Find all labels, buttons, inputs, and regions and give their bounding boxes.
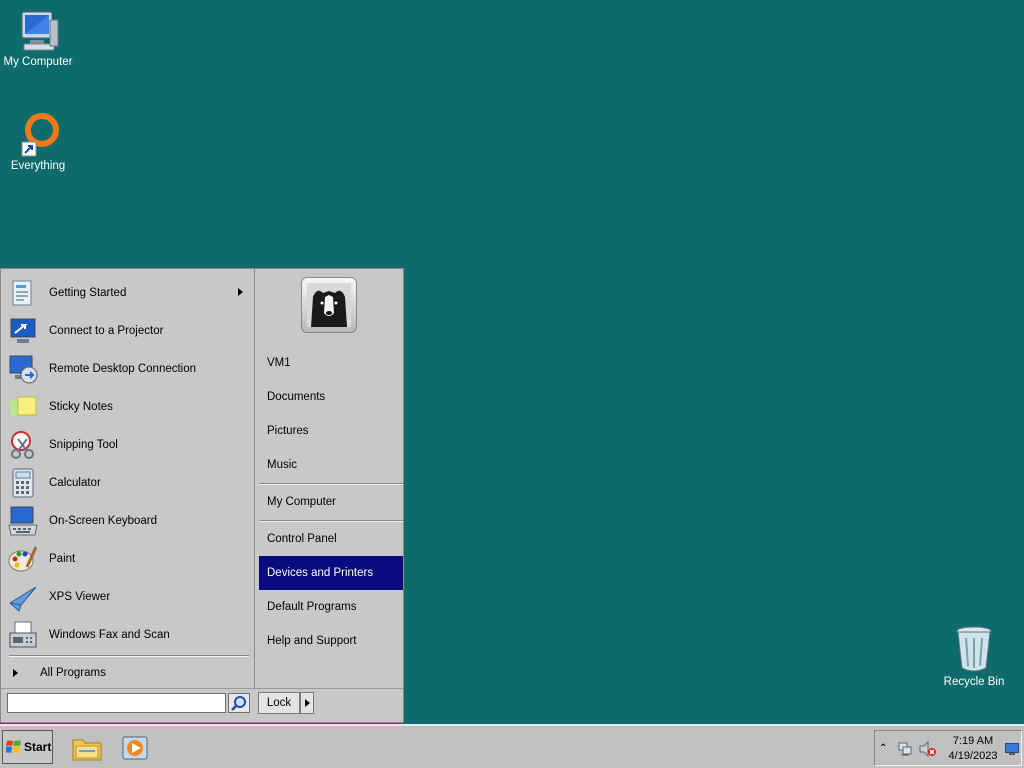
desktop-icon-my-computer[interactable]: My Computer	[0, 10, 76, 68]
place-label: My Computer	[267, 496, 337, 508]
program-sticky-notes[interactable]: Sticky Notes	[7, 389, 251, 425]
keyboard-icon	[8, 506, 38, 536]
program-label: Sticky Notes	[49, 401, 113, 413]
sticky-notes-icon	[8, 396, 37, 417]
program-getting-started[interactable]: Getting Started	[7, 275, 251, 311]
expand-arrow-icon	[13, 669, 18, 677]
start-menu-bottom-bar: Lock	[1, 688, 403, 723]
everything-icon	[21, 113, 59, 157]
place-devices-and-printers[interactable]: Devices and Printers	[259, 556, 403, 590]
place-default-programs[interactable]: Default Programs	[259, 590, 403, 624]
clock[interactable]: 7:19 AM 4/19/2023	[945, 734, 1001, 764]
program-label: Paint	[49, 553, 76, 565]
place-pictures[interactable]: Pictures	[259, 414, 403, 448]
file-explorer-icon[interactable]	[71, 732, 103, 764]
program-paint[interactable]: Paint	[7, 541, 251, 577]
fax-icon	[9, 621, 37, 648]
place-label: VM1	[267, 357, 291, 369]
chevron-up-icon: ⌃	[879, 743, 888, 754]
programs-divider	[9, 655, 249, 657]
program-label: Windows Fax and Scan	[49, 629, 170, 641]
system-tray: ⌃ 7:19 AM 4/19/2023	[874, 730, 1022, 766]
show-desktop-icon[interactable]	[1005, 743, 1019, 755]
place-my-computer[interactable]: My Computer	[259, 485, 403, 519]
place-label: Documents	[267, 391, 326, 403]
place-label: Music	[267, 459, 298, 471]
program-connect-projector[interactable]: Connect to a Projector	[7, 313, 251, 349]
start-button[interactable]: Start	[2, 730, 53, 764]
program-snipping-tool[interactable]: Snipping Tool	[7, 427, 251, 463]
place-music[interactable]: Music	[259, 448, 403, 482]
all-programs-label: All Programs	[40, 667, 106, 679]
start-menu: Getting Started Connect to a Projector R…	[0, 268, 404, 723]
place-label: Default Programs	[267, 601, 357, 613]
desktop-icon-everything[interactable]: Everything	[0, 112, 76, 172]
program-xps-viewer[interactable]: XPS Viewer	[7, 579, 251, 615]
paint-icon	[8, 546, 38, 572]
lock-label: Lock	[266, 697, 292, 709]
desktop-icon-label: My Computer	[3, 56, 73, 68]
program-label: XPS Viewer	[49, 591, 111, 603]
taskbar: Start ⌃ 7:19 AM 4/19/2023	[0, 724, 1024, 768]
program-windows-fax-scan[interactable]: Windows Fax and Scan	[7, 617, 251, 653]
remote-desktop-icon	[9, 355, 38, 384]
volume-muted-icon[interactable]	[919, 741, 937, 757]
place-documents[interactable]: Documents	[259, 380, 403, 414]
place-label: Control Panel	[267, 533, 337, 545]
program-label: Getting Started	[49, 287, 127, 299]
place-vm1[interactable]: VM1	[259, 346, 403, 380]
computer-icon	[21, 11, 59, 51]
place-label: Devices and Printers	[267, 567, 374, 579]
shutdown-options-button[interactable]	[300, 692, 314, 714]
projector-icon	[10, 318, 36, 343]
place-control-panel[interactable]: Control Panel	[259, 522, 403, 556]
program-remote-desktop[interactable]: Remote Desktop Connection	[7, 351, 251, 387]
dog-photo-icon	[307, 283, 351, 327]
clock-time: 7:19 AM	[952, 735, 994, 747]
media-player-icon[interactable]	[120, 732, 152, 764]
network-icon[interactable]	[897, 741, 913, 757]
place-label: Help and Support	[267, 635, 357, 647]
program-on-screen-keyboard[interactable]: On-Screen Keyboard	[7, 503, 251, 539]
place-help-and-support[interactable]: Help and Support	[259, 624, 403, 658]
program-label: On-Screen Keyboard	[49, 515, 158, 527]
windows-logo-icon	[6, 740, 21, 753]
desktop-icon-label: Recycle Bin	[943, 676, 1005, 688]
user-avatar[interactable]	[301, 277, 357, 333]
all-programs-button[interactable]: All Programs	[7, 662, 251, 684]
places-pane: VM1 Documents Pictures Music My Computer…	[255, 269, 403, 688]
programs-pane: Getting Started Connect to a Projector R…	[1, 269, 255, 688]
xps-viewer-icon	[9, 586, 37, 612]
avatar-picture	[307, 283, 351, 327]
clock-date: 4/19/2023	[948, 750, 998, 762]
getting-started-icon	[12, 280, 32, 306]
place-label: Pictures	[267, 425, 309, 437]
program-label: Calculator	[49, 477, 101, 489]
desktop-icon-recycle-bin[interactable]: Recycle Bin	[936, 624, 1012, 688]
program-label: Connect to a Projector	[49, 325, 164, 337]
calculator-icon	[12, 468, 34, 498]
desktop-icon-label: Everything	[10, 160, 66, 172]
recycle-bin-icon	[956, 626, 992, 672]
lock-button[interactable]: Lock	[258, 692, 300, 714]
program-label: Snipping Tool	[49, 439, 118, 451]
snipping-tool-icon	[11, 431, 34, 459]
program-label: Remote Desktop Connection	[49, 363, 197, 375]
search-input[interactable]	[7, 693, 226, 713]
search-button[interactable]	[228, 693, 250, 713]
search-icon	[231, 696, 246, 711]
show-hidden-icons-button[interactable]: ⌃	[879, 743, 889, 755]
program-calculator[interactable]: Calculator	[7, 465, 251, 501]
start-label: Start	[24, 740, 52, 754]
submenu-arrow-icon	[238, 288, 243, 296]
